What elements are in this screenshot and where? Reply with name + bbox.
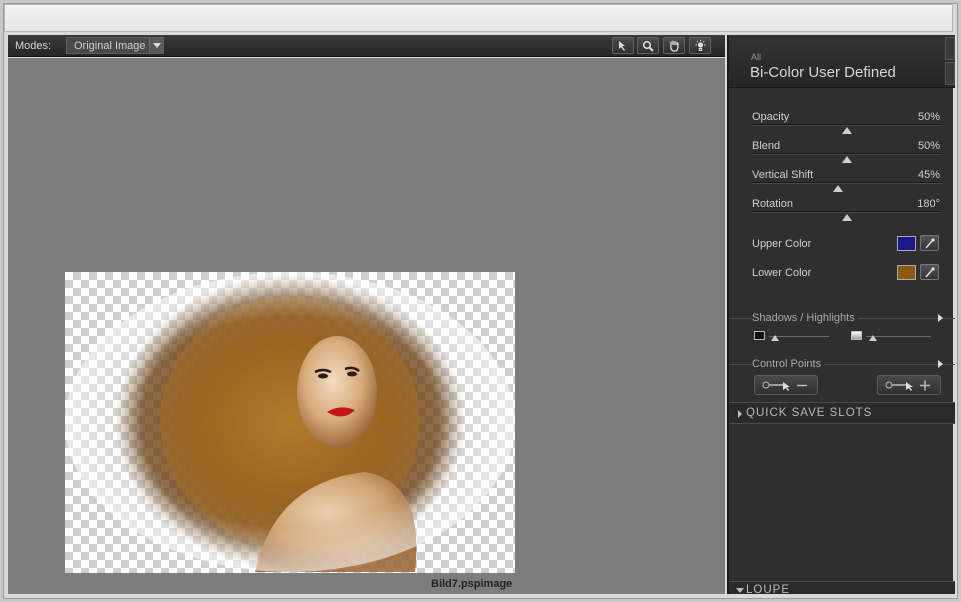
slider-value: 45% — [917, 169, 940, 181]
control-points-header[interactable]: Control Points — [752, 358, 825, 370]
loupe-label: LOUPE — [746, 584, 790, 594]
portrait-image — [65, 272, 515, 572]
preview-canvas[interactable]: Bild7.pspimage — [8, 58, 725, 594]
slider-track[interactable] — [752, 182, 942, 184]
modes-dropdown-value: Original Image — [74, 40, 146, 52]
shadows-highlights-header[interactable]: Shadows / Highlights — [752, 312, 858, 324]
zoom-icon — [642, 40, 654, 52]
slider-value: 180° — [917, 198, 940, 210]
pointer-icon — [619, 41, 625, 51]
highlights-slider-thumb[interactable] — [868, 335, 877, 341]
light-tool-button[interactable] — [689, 37, 711, 54]
control-point-plus-icon — [885, 380, 930, 391]
slider-value: 50% — [917, 111, 940, 123]
preview-toolbar: Modes: Original Image — [8, 35, 725, 57]
slider-track[interactable] — [752, 211, 942, 213]
eyedropper-icon — [925, 238, 935, 249]
preview-image — [65, 272, 515, 573]
slider-label: Vertical Shift — [752, 169, 814, 181]
slider-thumb[interactable] — [832, 185, 843, 192]
filter-header: All Bi-Color User Defined — [729, 35, 955, 88]
remove-control-point-button[interactable] — [754, 375, 818, 395]
slider-thumb[interactable] — [842, 214, 852, 221]
slider-label: Rotation — [752, 198, 793, 210]
filter-category: All — [751, 52, 762, 62]
loupe-section[interactable]: LOUPE — [729, 581, 955, 594]
quick-save-slots-label: QUICK SAVE SLOTS — [746, 407, 873, 419]
expand-arrow-icon — [738, 410, 742, 418]
eyedropper-icon — [925, 267, 935, 278]
highlights-icon — [851, 331, 862, 340]
expand-arrow-icon[interactable] — [938, 360, 943, 368]
add-control-point-button[interactable] — [877, 375, 941, 395]
expand-arrow-icon[interactable] — [938, 314, 943, 322]
lower-color-swatch[interactable] — [897, 265, 916, 280]
modes-label: Modes: — [15, 40, 52, 52]
scroll-down-button[interactable] — [945, 62, 955, 85]
hand-icon — [670, 40, 679, 52]
lower-color-picker-button[interactable] — [920, 264, 939, 280]
slider-track[interactable] — [752, 124, 942, 126]
image-filename: Bild7.pspimage — [431, 578, 513, 590]
slider-thumb[interactable] — [842, 127, 852, 134]
modes-dropdown[interactable]: Original Image — [66, 37, 164, 54]
slider-thumb[interactable] — [842, 156, 852, 163]
hand-tool-button[interactable] — [663, 37, 685, 54]
lower-color-label: Lower Color — [752, 267, 812, 279]
filter-name: Bi-Color User Defined — [750, 64, 896, 81]
chevron-down-icon[interactable] — [149, 38, 163, 53]
collapse-arrow-icon — [736, 588, 744, 593]
slider-track[interactable] — [752, 153, 942, 155]
shadows-slider-thumb[interactable] — [771, 335, 779, 341]
upper-color-label: Upper Color — [752, 238, 812, 250]
light-icon — [695, 40, 706, 51]
filter-controls-panel: All Bi-Color User Defined Opacity 50% Bl… — [727, 35, 955, 594]
slider-label: Opacity — [752, 111, 790, 123]
control-point-minus-icon — [762, 381, 807, 391]
slider-label: Blend — [752, 140, 781, 152]
upper-color-picker-button[interactable] — [920, 235, 939, 251]
upper-color-swatch[interactable] — [897, 236, 916, 251]
quick-save-slots-section[interactable]: QUICK SAVE SLOTS — [729, 402, 955, 424]
scroll-up-button[interactable] — [945, 37, 955, 60]
shadows-icon — [754, 331, 765, 340]
slider-value: 50% — [917, 140, 940, 152]
pointer-tool-button[interactable] — [612, 37, 634, 54]
zoom-tool-button[interactable] — [637, 37, 659, 54]
title-bar — [4, 4, 953, 32]
